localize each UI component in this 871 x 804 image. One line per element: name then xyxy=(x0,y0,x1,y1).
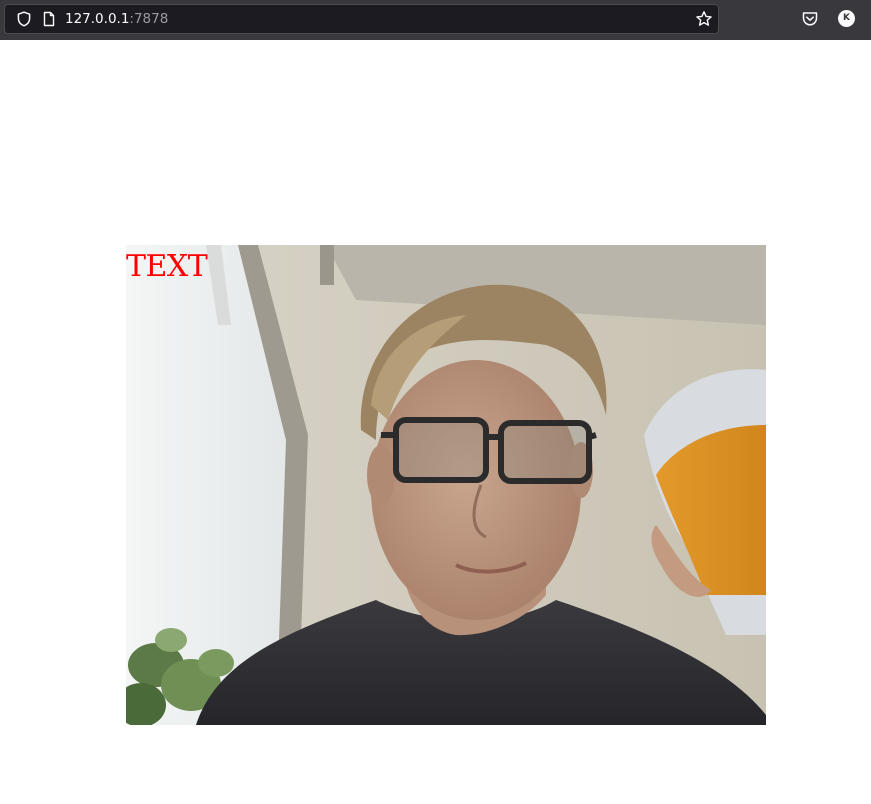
url-port: :7878 xyxy=(129,11,169,27)
overlay-text: TEXT xyxy=(126,249,208,284)
webcam-photo xyxy=(126,245,766,725)
url-host: 127.0.0.1 xyxy=(65,11,130,27)
url-text[interactable]: 127.0.0.1:7878 xyxy=(65,10,168,28)
browser-toolbar: 127.0.0.1:7878 K xyxy=(0,0,871,40)
account-avatar[interactable]: K xyxy=(838,10,855,27)
glasses xyxy=(381,417,597,484)
page-icon xyxy=(43,11,55,27)
address-bar[interactable]: 127.0.0.1:7878 xyxy=(4,4,719,34)
shield-icon[interactable] xyxy=(16,11,32,27)
star-icon[interactable] xyxy=(695,10,713,28)
webcam-image xyxy=(126,245,766,725)
pocket-icon[interactable] xyxy=(801,10,819,28)
